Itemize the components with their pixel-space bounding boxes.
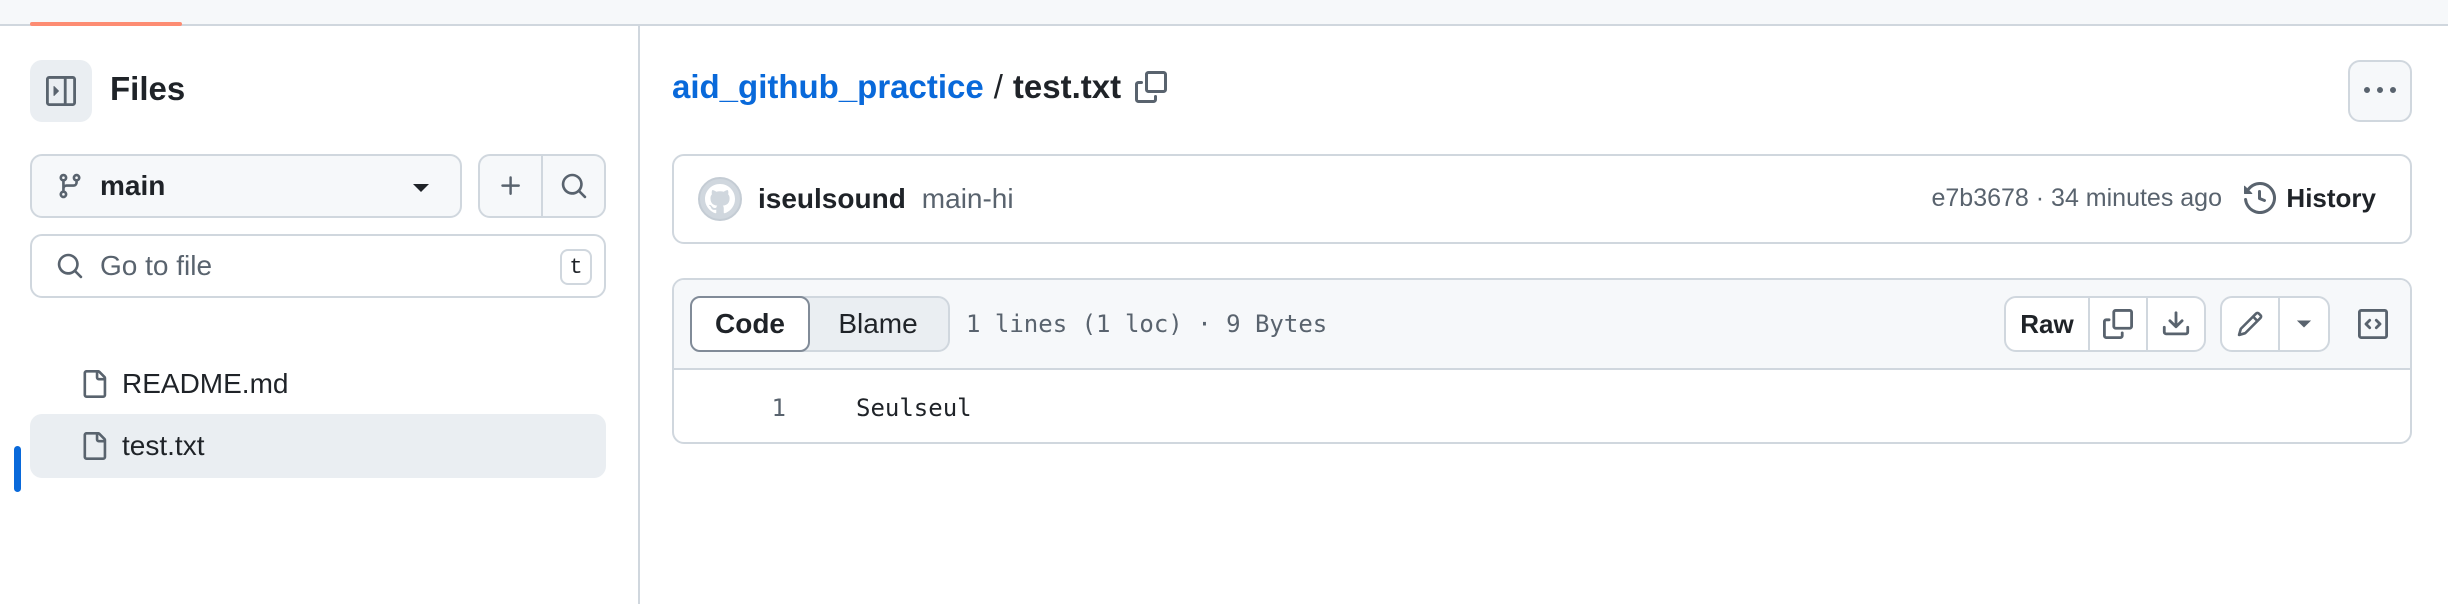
commit-author-link[interactable]: iseulsound bbox=[758, 183, 906, 215]
raw-label: Raw bbox=[2020, 308, 2074, 339]
breadcrumb-separator: / bbox=[993, 68, 1003, 105]
view-mode-switcher: Code Blame bbox=[690, 296, 950, 352]
commit-hash-and-time[interactable]: e7b3678 · 34 minutes ago bbox=[1932, 184, 2223, 213]
current-file-name: test.txt bbox=[1012, 68, 1122, 105]
file-viewer: Code Blame 1 lines (1 loc) · 9 Bytes Raw bbox=[672, 278, 2412, 444]
search-code-button[interactable] bbox=[541, 156, 604, 216]
file-tree-sidebar: Files main t README.md test.txt bbox=[0, 26, 640, 604]
add-file-button[interactable] bbox=[480, 156, 541, 216]
tree-item-label: test.txt bbox=[122, 430, 205, 461]
tree-item-readme[interactable]: README.md bbox=[30, 352, 606, 416]
code-square-icon bbox=[2358, 309, 2388, 339]
copy-path-button[interactable] bbox=[1135, 71, 1168, 103]
line-number[interactable]: 1 bbox=[674, 394, 786, 422]
go-to-file-search[interactable]: t bbox=[30, 234, 606, 298]
edit-group bbox=[2220, 296, 2330, 352]
github-mark-icon bbox=[705, 184, 735, 214]
tab-code[interactable]: Code bbox=[690, 296, 810, 352]
search-icon bbox=[57, 253, 83, 279]
top-navigation-strip bbox=[0, 0, 2448, 26]
branch-name: main bbox=[100, 170, 166, 201]
download-button[interactable] bbox=[2146, 298, 2204, 350]
file-icon bbox=[83, 432, 107, 460]
code-line: 1 Seulseul bbox=[674, 388, 2410, 428]
symbols-panel-button[interactable] bbox=[2344, 296, 2402, 352]
keyboard-shortcut-hint: t bbox=[560, 249, 592, 285]
history-label: History bbox=[2286, 182, 2376, 213]
search-icon bbox=[561, 173, 586, 199]
git-branch-icon bbox=[59, 173, 81, 199]
file-actions-group bbox=[478, 154, 606, 218]
history-icon bbox=[2244, 182, 2277, 214]
tab-blame[interactable]: Blame bbox=[808, 298, 948, 350]
active-item-marker bbox=[14, 446, 21, 492]
more-options-button[interactable] bbox=[2348, 60, 2412, 122]
chevron-down-icon bbox=[413, 184, 429, 192]
raw-button[interactable]: Raw bbox=[2006, 298, 2088, 350]
go-to-file-input[interactable] bbox=[100, 250, 520, 282]
copy-icon bbox=[2103, 309, 2133, 339]
edit-options-dropdown[interactable] bbox=[2278, 298, 2328, 350]
avatar[interactable] bbox=[698, 177, 742, 221]
tree-item-test-txt[interactable]: test.txt bbox=[30, 414, 606, 478]
history-button[interactable]: History bbox=[2244, 182, 2376, 214]
sidebar-collapse-icon bbox=[46, 76, 76, 106]
plus-icon bbox=[500, 176, 520, 195]
branch-selector[interactable]: main bbox=[30, 154, 462, 218]
file-viewer-header: Code Blame 1 lines (1 loc) · 9 Bytes Raw bbox=[674, 280, 2410, 370]
file-stats: 1 lines (1 loc) · 9 Bytes bbox=[966, 310, 1328, 338]
file-content-area: aid_github_practice / test.txt iseulsoun… bbox=[642, 26, 2448, 604]
kebab-horizontal-icon bbox=[2364, 87, 2396, 93]
raw-copy-download-group: Raw bbox=[2004, 296, 2206, 352]
tree-item-label: README.md bbox=[122, 368, 289, 399]
sidebar-title: Files bbox=[110, 70, 186, 107]
latest-commit-box: iseulsound main-hi e7b3678 · 34 minutes … bbox=[672, 154, 2412, 244]
line-content: Seulseul bbox=[856, 394, 972, 422]
copy-icon bbox=[1135, 71, 1168, 103]
collapse-sidebar-button[interactable] bbox=[30, 60, 92, 122]
commit-message-link[interactable]: main-hi bbox=[922, 183, 1014, 215]
breadcrumb: aid_github_practice / test.txt bbox=[672, 68, 1168, 106]
file-icon bbox=[83, 370, 107, 398]
pencil-icon bbox=[2237, 311, 2263, 337]
download-icon bbox=[2162, 311, 2190, 336]
copy-raw-button[interactable] bbox=[2088, 298, 2146, 350]
edit-file-button[interactable] bbox=[2222, 298, 2278, 350]
repo-link[interactable]: aid_github_practice bbox=[672, 68, 984, 106]
chevron-down-icon bbox=[2296, 320, 2312, 328]
